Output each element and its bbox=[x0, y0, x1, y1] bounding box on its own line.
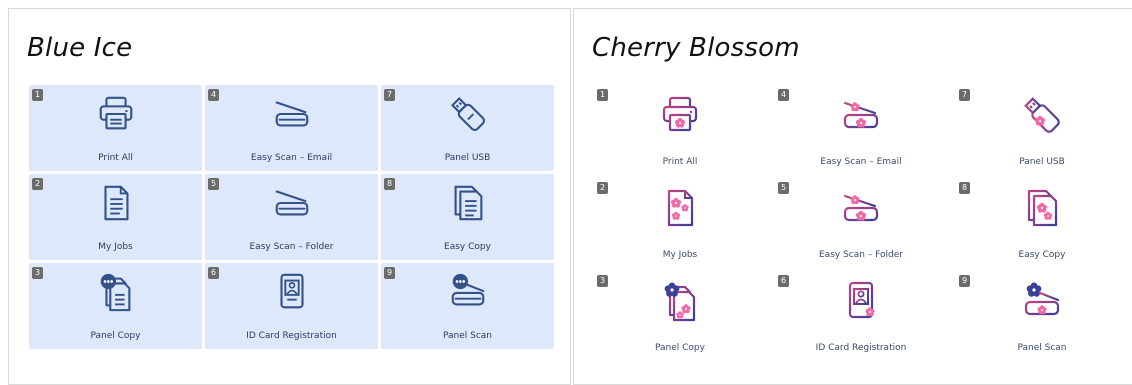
tile-number-badge: 3 bbox=[32, 267, 43, 279]
printer-icon bbox=[658, 93, 702, 137]
tile-easy-copy[interactable]: 8 Easy Copy bbox=[956, 178, 1128, 266]
tile-panel-scan[interactable]: 9 Panel Scan bbox=[956, 271, 1128, 359]
tile-number-badge: 4 bbox=[778, 89, 789, 101]
tile-panel-usb[interactable]: 7 Panel USB bbox=[956, 85, 1128, 173]
tile-label: Panel USB bbox=[444, 153, 491, 163]
tile-my-jobs[interactable]: 2 My Jobs bbox=[29, 174, 202, 260]
tile-number-badge: 5 bbox=[778, 182, 789, 194]
tile-label: Easy Scan – Email bbox=[250, 153, 333, 163]
tile-my-jobs[interactable]: 2 My Jobs bbox=[594, 178, 766, 266]
tile-label: Panel Copy bbox=[655, 343, 705, 353]
tile-number-badge: 9 bbox=[384, 267, 395, 279]
id-card-icon bbox=[839, 279, 883, 323]
tile-easy-copy[interactable]: 8 Easy Copy bbox=[381, 174, 554, 260]
tile-number-badge: 6 bbox=[778, 275, 789, 287]
tile-number-badge: 3 bbox=[597, 275, 608, 287]
tile-label: Print All bbox=[662, 157, 698, 167]
tile-label: Panel USB bbox=[1019, 157, 1065, 167]
tile-panel-usb[interactable]: 7 Panel USB bbox=[381, 85, 554, 171]
scanner-icon bbox=[271, 182, 313, 224]
tile-number-badge: 4 bbox=[208, 89, 219, 101]
tile-panel-scan[interactable]: 9 Panel Scan bbox=[381, 263, 554, 349]
tile-number-badge: 6 bbox=[208, 267, 219, 279]
tile-label: Easy Scan – Folder bbox=[249, 242, 334, 252]
theme-title: Blue Ice bbox=[27, 33, 133, 63]
copy-icon bbox=[1020, 186, 1064, 230]
panel-copy-icon bbox=[95, 271, 137, 313]
tile-easy-scan-folder[interactable]: 5 Easy Scan – Folder bbox=[205, 174, 378, 260]
tile-easy-scan-folder[interactable]: 5 Easy Scan – Folder bbox=[775, 178, 947, 266]
panel-copy-icon bbox=[658, 279, 702, 323]
tile-label: Easy Scan – Email bbox=[820, 157, 902, 167]
tile-label: Easy Copy bbox=[1018, 250, 1066, 260]
tile-label: Panel Scan bbox=[442, 331, 493, 341]
panel-scan-icon bbox=[447, 271, 489, 313]
tile-number-badge: 8 bbox=[384, 178, 395, 190]
tile-label: ID Card Registration bbox=[815, 343, 907, 353]
tile-number-badge: 8 bbox=[959, 182, 970, 194]
tile-panel-copy[interactable]: 3 Panel Copy bbox=[594, 271, 766, 359]
tile-easy-scan-email[interactable]: 4 Easy Scan – Email bbox=[205, 85, 378, 171]
tile-label: ID Card Registration bbox=[246, 331, 337, 341]
document-icon bbox=[95, 182, 137, 224]
tile-print-all[interactable]: 1 Print All bbox=[594, 85, 766, 173]
tile-number-badge: 2 bbox=[32, 178, 43, 190]
copy-icon bbox=[447, 182, 489, 224]
tile-number-badge: 5 bbox=[208, 178, 219, 190]
tile-id-card-registration[interactable]: 6 ID Card Registration bbox=[205, 263, 378, 349]
tile-label: Easy Copy bbox=[444, 242, 491, 252]
usb-icon bbox=[447, 93, 489, 135]
tile-number-badge: 9 bbox=[959, 275, 970, 287]
id-card-icon bbox=[271, 271, 313, 313]
tile-label: Easy Scan – Folder bbox=[819, 250, 903, 260]
scanner-icon bbox=[271, 93, 313, 135]
tile-print-all[interactable]: 1 Print All bbox=[29, 85, 202, 171]
tile-label: My Jobs bbox=[662, 250, 698, 260]
tile-label: My Jobs bbox=[98, 242, 133, 252]
tile-label: Panel Copy bbox=[90, 331, 141, 341]
tile-label: Print All bbox=[98, 153, 133, 163]
cherry-blossom-panel: Cherry Blossom 1 Print All 4 Easy Scan – … bbox=[573, 8, 1132, 385]
theme-title: Cherry Blossom bbox=[592, 33, 800, 63]
tile-number-badge: 1 bbox=[32, 89, 43, 101]
tile-id-card-registration[interactable]: 6 ID Card Registration bbox=[775, 271, 947, 359]
panel-scan-icon bbox=[1020, 279, 1064, 323]
printer-icon bbox=[95, 93, 137, 135]
tile-number-badge: 7 bbox=[384, 89, 395, 101]
tile-number-badge: 2 bbox=[597, 182, 608, 194]
usb-icon bbox=[1020, 93, 1064, 137]
tile-easy-scan-email[interactable]: 4 Easy Scan – Email bbox=[775, 85, 947, 173]
tile-number-badge: 7 bbox=[959, 89, 970, 101]
tile-label: Panel Scan bbox=[1017, 343, 1067, 353]
scanner-icon bbox=[839, 93, 883, 137]
tile-number-badge: 1 bbox=[597, 89, 608, 101]
blue-ice-panel: Blue Ice 1 Print All 4 Easy Scan – Email 7… bbox=[8, 8, 571, 385]
tile-panel-copy[interactable]: 3 Panel Copy bbox=[29, 263, 202, 349]
document-icon bbox=[658, 186, 702, 230]
scanner-icon bbox=[839, 186, 883, 230]
